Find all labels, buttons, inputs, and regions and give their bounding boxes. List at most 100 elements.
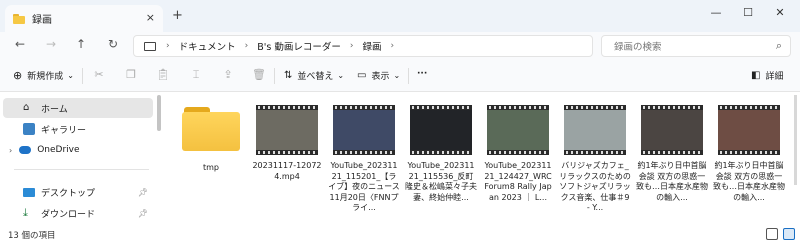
gallery-icon	[23, 123, 35, 135]
chevron-down-icon: ⌄	[67, 71, 74, 80]
status-bar: 13 個の項目	[0, 226, 800, 242]
video-file-item[interactable]: YouTube_20231121_115536_反町隆史＆松嶋菜々子夫妻、終始仲…	[405, 105, 477, 203]
sidebar-item-onedrive[interactable]: › OneDrive	[3, 140, 153, 160]
pin-icon[interactable]: 📌︎	[138, 209, 148, 218]
desktop-icon	[23, 187, 35, 197]
video-thumbnail	[487, 105, 549, 155]
video-file-item[interactable]: バリジャズカフェ_リラックスのためのソフトジャズリラックス音楽、仕事＃9 - Y…	[559, 105, 631, 214]
home-icon: ⌂	[23, 102, 30, 113]
chevron-down-icon: ⌄	[393, 71, 401, 80]
sidebar-item-downloads[interactable]: ⤓ ダウンロード 📌︎	[3, 203, 153, 223]
video-file-item[interactable]: YouTube_20231121_124427_WRC Forum8 Rally…	[482, 105, 554, 203]
pin-icon[interactable]: 📌︎	[138, 188, 148, 197]
maximize-button[interactable]: ☐	[738, 6, 758, 19]
share-icon[interactable]: ⇪	[221, 68, 235, 81]
file-name: バリジャズカフェ_リラックスのためのソフトジャズリラックス音楽、仕事＃9 - Y…	[559, 161, 631, 212]
sidebar-item-desktop[interactable]: デスクトップ 📌︎	[3, 182, 153, 202]
chevron-down-icon: ⌄	[337, 71, 345, 80]
new-tab-button[interactable]: +	[172, 8, 183, 23]
video-thumbnail	[410, 105, 472, 155]
file-name: YouTube_20231121_124427_WRC Forum8 Rally…	[484, 161, 552, 202]
cut-icon[interactable]: ✂	[92, 68, 106, 81]
details-view-icon[interactable]	[766, 228, 778, 240]
breadcrumb-recorder[interactable]: B's 動画レコーダー	[257, 39, 341, 53]
details-button-label: 詳細	[765, 72, 784, 82]
close-window-button[interactable]: ✕	[770, 6, 790, 19]
download-icon: ⤓	[23, 206, 28, 219]
video-thumbnail	[564, 105, 626, 155]
sidebar-item-gallery[interactable]: ギャラリー	[3, 119, 153, 139]
file-list: tmp 20231117-120724.mp4 YouTube_20231121…	[162, 93, 800, 226]
file-name: 20231117-120724.mp4	[252, 161, 322, 181]
file-name: YouTube_20231121_115201_【ライブ】夜のニュース 11月2…	[328, 161, 400, 212]
toolbar-divider	[82, 68, 83, 84]
file-name: tmp	[202, 163, 219, 172]
view-button[interactable]: ▭ 表示 ⌄	[357, 69, 400, 82]
folder-icon	[182, 105, 240, 151]
tab-recording[interactable]: 録画 ×	[5, 5, 163, 32]
delete-icon[interactable]: 🗑︎	[252, 68, 266, 81]
large-icons-view-icon[interactable]	[783, 228, 795, 240]
folder-item[interactable]: tmp	[175, 105, 247, 174]
sort-button-label: 並べ替え	[297, 72, 334, 82]
breadcrumb-chevron-icon: ›	[244, 41, 249, 51]
paste-icon[interactable]: 📋︎	[156, 68, 170, 81]
rename-icon[interactable]: ⌶	[189, 68, 203, 82]
refresh-button[interactable]: ↻	[105, 37, 121, 51]
computer-icon	[144, 41, 156, 51]
tab-title: 録画	[32, 15, 52, 26]
details-pane-button[interactable]: ◧ 詳細	[751, 69, 783, 82]
view-button-label: 表示	[371, 72, 390, 82]
file-name: YouTube_20231121_115536_反町隆史＆松嶋菜々子夫妻、終始仲…	[405, 161, 477, 202]
breadcrumb-documents[interactable]: ドキュメント	[179, 39, 236, 53]
expand-chevron-icon: ›	[9, 145, 13, 155]
video-thumbnail	[333, 105, 395, 155]
details-pane-icon: ◧	[751, 70, 761, 81]
navigation-pane: ⌂ ホーム ギャラリー › OneDrive デスクトップ 📌︎ ⤓ ダウンロー…	[0, 93, 162, 226]
video-file-item[interactable]: 約1年ぶり日中首脳会談 双方の思惑一致も…日本産水産物の輸入...	[713, 105, 785, 203]
sidebar-item-label: ダウンロード	[41, 209, 96, 220]
video-file-item[interactable]: 約1年ぶり日中首脳会談 双方の思惑一致も…日本産水産物の輸入...	[636, 105, 708, 203]
command-bar: ⊕ 新規作成 ⌄ ✂ ❐ 📋︎ ⌶ ⇪ 🗑︎ ⇅ 並べ替え ⌄ ▭ 表示 ⌄ ·…	[0, 60, 800, 92]
new-button[interactable]: ⊕ 新規作成 ⌄	[13, 69, 74, 82]
forward-button[interactable]: →	[43, 37, 59, 51]
navigation-bar: ← → ↑ ↻ › ドキュメント › B's 動画レコーダー › 録画 › 録画…	[0, 32, 800, 60]
video-file-item[interactable]: 20231117-120724.mp4	[251, 105, 323, 182]
sidebar-item-home[interactable]: ⌂ ホーム	[3, 98, 153, 118]
search-input[interactable]: 録画の検索 ⌕	[601, 35, 791, 57]
cloud-icon	[19, 146, 32, 154]
copy-icon[interactable]: ❐	[124, 68, 138, 81]
sidebar-scrollbar[interactable]	[157, 95, 161, 131]
breadcrumb-chevron-icon: ›	[166, 41, 170, 51]
video-thumbnail	[256, 105, 318, 155]
up-button[interactable]: ↑	[73, 37, 89, 51]
item-count: 13 個の項目	[8, 231, 56, 241]
close-tab-button[interactable]: ×	[146, 11, 155, 24]
file-name: 約1年ぶり日中首脳会談 双方の思惑一致も…日本産水産物の輸入...	[636, 161, 708, 202]
search-icon: ⌕	[775, 39, 782, 52]
back-button[interactable]: ←	[12, 37, 28, 51]
new-button-label: 新規作成	[27, 72, 64, 82]
breadcrumb-recording[interactable]: 録画	[362, 39, 381, 53]
sidebar-item-label: ギャラリー	[41, 125, 87, 136]
sort-icon: ⇅	[284, 70, 293, 81]
breadcrumb-chevron-icon: ›	[390, 41, 395, 51]
toolbar-divider	[274, 68, 275, 84]
folder-icon	[13, 13, 25, 24]
video-thumbnail	[718, 105, 780, 155]
sidebar-divider	[14, 169, 149, 170]
minimize-button[interactable]: —	[706, 6, 726, 19]
sort-button[interactable]: ⇅ 並べ替え ⌄	[284, 69, 344, 82]
toolbar-divider	[408, 68, 409, 84]
video-thumbnail	[641, 105, 703, 155]
sidebar-item-label: デスクトップ	[41, 188, 96, 199]
title-bar: 録画 × + — ☐ ✕	[0, 0, 800, 32]
video-file-item[interactable]: YouTube_20231121_115201_【ライブ】夜のニュース 11月2…	[328, 105, 400, 214]
address-bar[interactable]: › ドキュメント › B's 動画レコーダー › 録画 ›	[133, 35, 593, 57]
plus-circle-icon: ⊕	[13, 69, 23, 82]
sidebar-item-label: OneDrive	[37, 145, 80, 155]
breadcrumb-chevron-icon: ›	[349, 41, 354, 51]
content-scrollbar[interactable]	[794, 95, 797, 185]
view-icon: ▭	[357, 70, 367, 81]
more-options-button[interactable]: ···	[417, 69, 427, 79]
